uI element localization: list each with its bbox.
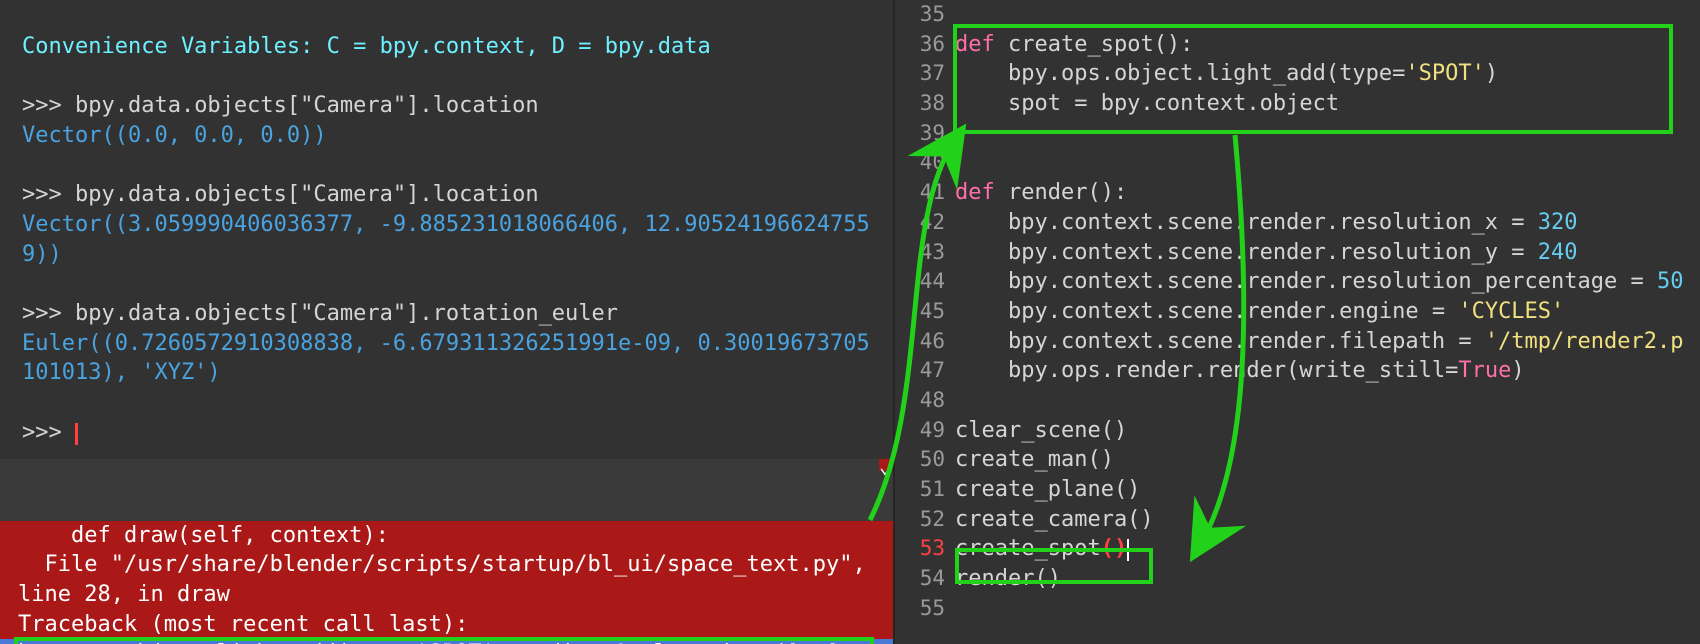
code-line[interactable]: create_plane() <box>955 475 1700 505</box>
text-editor[interactable]: 3536373839404142434445464748495051525354… <box>895 0 1700 644</box>
code-line[interactable]: bpy.ops.object.light_add(type='SPOT') <box>955 59 1700 89</box>
line-number: 55 <box>895 594 945 624</box>
code-line[interactable]: bpy.context.scene.render.resolution_x = … <box>955 208 1700 238</box>
code-line[interactable]: render() <box>955 564 1700 594</box>
console-output: Vector((0.0, 0.0, 0.0)) <box>22 123 327 148</box>
console-cursor <box>75 423 78 445</box>
line-number: 40 <box>895 148 945 178</box>
line-number: 52 <box>895 505 945 535</box>
python-console[interactable]: Convenience Variables: C = bpy.context, … <box>0 0 893 459</box>
line-number: 48 <box>895 386 945 416</box>
code-line[interactable] <box>955 0 1700 30</box>
line-number: 37 <box>895 59 945 89</box>
line-number: 45 <box>895 297 945 327</box>
code-line[interactable]: create_spot() <box>955 534 1700 564</box>
scroll-indicator[interactable]: ⌄ <box>879 459 891 471</box>
error-block: def draw(self, context): File "/usr/shar… <box>0 521 893 640</box>
console-prompt: >>> <box>22 420 75 445</box>
console-output: Vector((3.059990406036377, -9.8852310180… <box>22 212 870 267</box>
root: Convenience Variables: C = bpy.context, … <box>0 0 1700 644</box>
code-line[interactable] <box>955 594 1700 624</box>
code-line[interactable]: def create_spot(): <box>955 30 1700 60</box>
line-number: 38 <box>895 89 945 119</box>
code-line[interactable]: create_camera() <box>955 505 1700 535</box>
code-line[interactable]: clear_scene() <box>955 416 1700 446</box>
line-number: 46 <box>895 327 945 357</box>
code-line[interactable] <box>955 119 1700 149</box>
code-line[interactable]: bpy.context.scene.render.resolution_y = … <box>955 238 1700 268</box>
line-number: 44 <box>895 267 945 297</box>
code-line[interactable]: spot = bpy.context.object <box>955 89 1700 119</box>
line-number: 35 <box>895 0 945 30</box>
line-gutter: 3536373839404142434445464748495051525354… <box>895 0 955 644</box>
code-line[interactable] <box>955 386 1700 416</box>
line-number: 43 <box>895 238 945 268</box>
code-body[interactable]: def create_spot(): bpy.ops.object.light_… <box>955 0 1700 644</box>
line-number: 41 <box>895 178 945 208</box>
console-output: Euler((0.7260572910308838, -6.6793113262… <box>22 331 870 386</box>
code-line[interactable]: bpy.context.scene.render.resolution_perc… <box>955 267 1700 297</box>
left-panel: Convenience Variables: C = bpy.context, … <box>0 0 895 644</box>
chevron-down-icon: ⌄ <box>879 459 891 480</box>
console-prompt: >>> <box>22 182 75 207</box>
line-number: 47 <box>895 356 945 386</box>
code-line[interactable]: def render(): <box>955 178 1700 208</box>
line-number: 49 <box>895 416 945 446</box>
console-cmd: bpy.data.objects["Camera"].rotation_eule… <box>75 301 618 326</box>
console-header: Convenience Variables: C = bpy.context, … <box>22 34 711 59</box>
selected-op[interactable]: bpy.ops.object.light_add(type='SPOT', ra… <box>0 639 893 644</box>
code-line[interactable]: bpy.context.scene.render.engine = 'CYCLE… <box>955 297 1700 327</box>
console-prompt: >>> <box>22 301 75 326</box>
line-number: 39 <box>895 119 945 149</box>
code-line[interactable]: create_man() <box>955 445 1700 475</box>
code-line[interactable]: bpy.ops.render.render(write_still=True) <box>955 356 1700 386</box>
console-cmd: bpy.data.objects["Camera"].location <box>75 182 539 207</box>
console-prompt: >>> <box>22 93 75 118</box>
line-number: 53 <box>895 534 945 564</box>
line-number: 50 <box>895 445 945 475</box>
line-number: 36 <box>895 30 945 60</box>
line-number: 54 <box>895 564 945 594</box>
editor-cursor <box>1127 539 1129 561</box>
info-log[interactable]: ⌄ def draw(self, context): File "/usr/sh… <box>0 459 893 644</box>
line-number: 42 <box>895 208 945 238</box>
code-line[interactable] <box>955 148 1700 178</box>
console-cmd: bpy.data.objects["Camera"].location <box>75 93 539 118</box>
code-line[interactable]: bpy.context.scene.render.filepath = '/tm… <box>955 327 1700 357</box>
line-number: 51 <box>895 475 945 505</box>
